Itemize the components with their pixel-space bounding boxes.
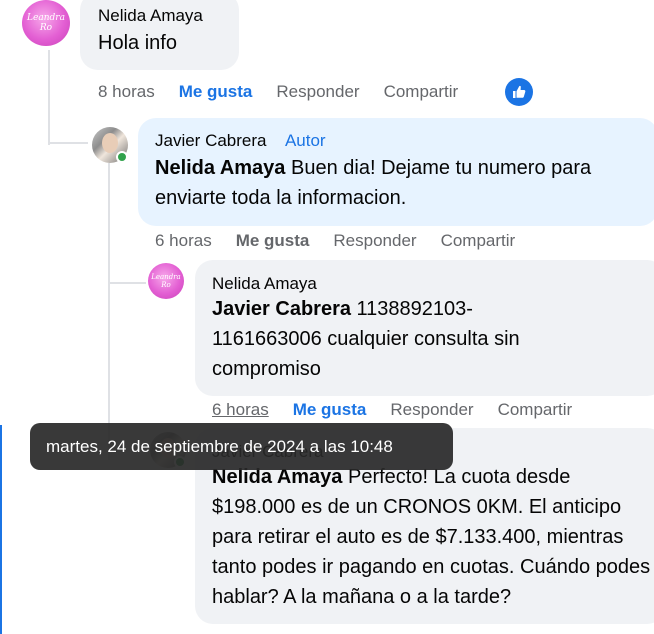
- comment-author[interactable]: Nelida Amaya: [212, 274, 654, 294]
- timestamp-tooltip: martes, 24 de septiembre de 2024 a las 1…: [30, 423, 453, 470]
- mention-link[interactable]: Javier Cabrera: [212, 298, 351, 320]
- comment-time[interactable]: 8 horas: [98, 82, 155, 102]
- comment-text: Javier Cabrera 1138892103-1161663006 cua…: [212, 294, 557, 384]
- like-button[interactable]: Me gusta: [179, 82, 253, 102]
- thread-line: [108, 282, 146, 284]
- avatar-logo-text: Leandra Ro: [27, 13, 65, 33]
- avatar[interactable]: Leandra Ro: [148, 263, 184, 299]
- thread-line: [48, 50, 50, 145]
- comment-time[interactable]: 6 horas: [212, 400, 269, 420]
- comment-bubble: Javier Cabrera Autor Nelida Amaya Buen d…: [138, 118, 654, 226]
- reply-button[interactable]: Responder: [276, 82, 359, 102]
- focus-indicator: [0, 425, 2, 634]
- avatar-logo-text: Leandra Ro: [151, 273, 181, 289]
- author-badge: Autor: [284, 131, 326, 150]
- like-button[interactable]: Me gusta: [293, 400, 367, 420]
- thread-line: [48, 142, 88, 144]
- comment-author[interactable]: Javier Cabrera: [155, 131, 267, 150]
- comment-author[interactable]: Nelida Amaya: [98, 6, 239, 26]
- share-button[interactable]: Compartir: [384, 82, 459, 102]
- comment-bubble: Nelida Amaya Hola info: [80, 0, 239, 70]
- reply-button[interactable]: Responder: [390, 400, 473, 420]
- reply-button[interactable]: Responder: [333, 231, 416, 251]
- like-button[interactable]: Me gusta: [236, 231, 310, 251]
- avatar-face: [102, 133, 118, 153]
- tooltip-text: martes, 24 de septiembre de 2024 a las 1…: [46, 436, 393, 456]
- comment-text: Hola info: [98, 32, 177, 54]
- comment-actions: 6 horas Me gusta Responder Compartir: [155, 231, 539, 251]
- thumbs-up-icon[interactable]: [505, 78, 533, 106]
- comment-actions: 6 horas Me gusta Responder Compartir: [212, 400, 596, 420]
- share-button[interactable]: Compartir: [498, 400, 573, 420]
- thread-line: [108, 163, 110, 283]
- online-status-icon: [116, 151, 128, 163]
- mention-link[interactable]: Nelida Amaya: [155, 157, 285, 179]
- comment-time[interactable]: 6 horas: [155, 231, 212, 251]
- comment-text: Nelida Amaya Buen dia! Dejame tu numero …: [155, 153, 650, 213]
- avatar[interactable]: Leandra Ro: [22, 0, 70, 46]
- comment-text: Nelida Amaya Perfecto! La cuota desde $1…: [212, 462, 654, 612]
- share-button[interactable]: Compartir: [441, 231, 516, 251]
- comment-bubble: Nelida Amaya Javier Cabrera 1138892103-1…: [195, 260, 654, 396]
- comment-actions: 8 horas Me gusta Responder Compartir: [98, 82, 482, 102]
